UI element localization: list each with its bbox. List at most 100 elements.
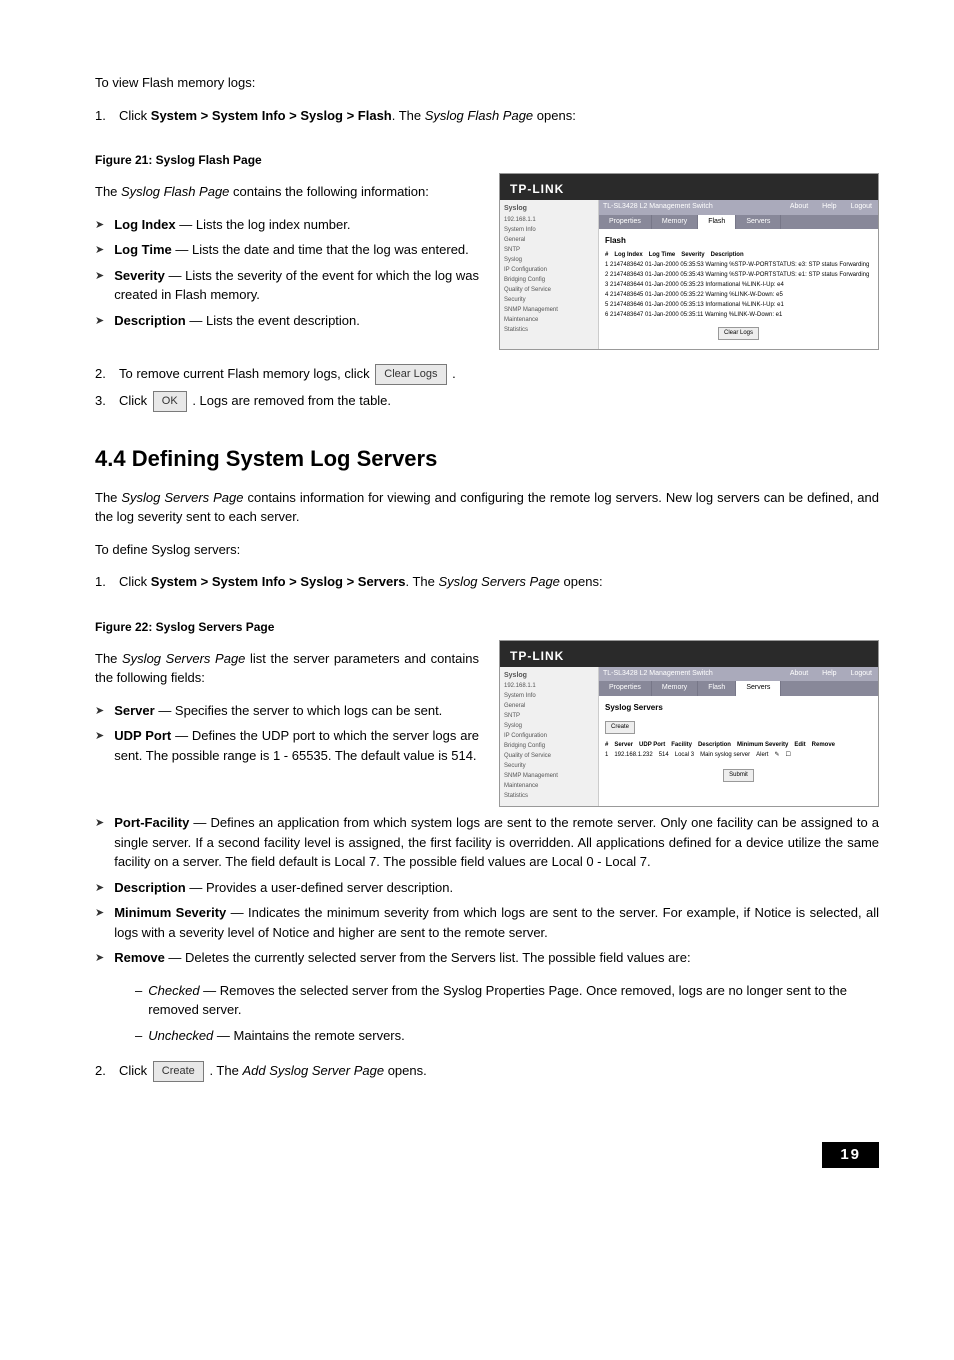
servers-steps-2: 2. Click Create . The Add Syslog Server … bbox=[95, 1061, 879, 1082]
tree-item: Quality of Service bbox=[504, 286, 594, 295]
tree-item: SNTP bbox=[504, 246, 594, 255]
term: Description bbox=[114, 313, 186, 328]
dash-icon: – bbox=[135, 981, 142, 1020]
screenshot-sidebar: Syslog 192.168.1.1 System Info General S… bbox=[500, 200, 599, 349]
log-row: 6 2147483647 01-Jan-2000 05:35:11 Warnin… bbox=[605, 311, 872, 320]
sidebar-heading: Syslog bbox=[504, 671, 594, 682]
cell: 192.168.1.232 bbox=[614, 751, 652, 760]
servers-steps-1: 1. Click System > System Info > Syslog >… bbox=[95, 572, 879, 592]
text-fragment: contains the following information: bbox=[229, 184, 428, 199]
bullet-icon: ➤ bbox=[95, 313, 104, 331]
list-item: Description — Lists the event descriptio… bbox=[114, 311, 360, 331]
step-text: Click Create . The Add Syslog Server Pag… bbox=[119, 1061, 427, 1082]
bullet-icon: ➤ bbox=[95, 703, 104, 721]
sidebar-ip: 192.168.1.1 bbox=[504, 216, 594, 225]
tab-servers: Servers bbox=[736, 215, 781, 230]
screenshot-main: TL-SL3428 L2 Management Switch About Hel… bbox=[599, 200, 878, 349]
tab-servers: Servers bbox=[736, 681, 781, 696]
tree-item: Statistics bbox=[504, 326, 594, 335]
list-item: Checked — Removes the selected server fr… bbox=[148, 981, 879, 1020]
col-header: Severity bbox=[681, 251, 704, 260]
term: Server bbox=[114, 703, 154, 718]
term: Remove bbox=[114, 950, 165, 965]
tree-item: Quality of Service bbox=[504, 752, 594, 761]
flash-steps-1: 1. Click System > System Info > Syslog >… bbox=[95, 106, 879, 126]
term: Log Time bbox=[114, 242, 172, 257]
list-item: Remove — Deletes the currently selected … bbox=[114, 948, 690, 968]
figure-21-screenshot: TP-LINK Syslog 192.168.1.1 System Info G… bbox=[499, 173, 879, 350]
help-link: Help bbox=[822, 202, 836, 213]
clear-logs-button: Clear Logs bbox=[718, 327, 759, 340]
list-item: Log Time — Lists the date and time that … bbox=[114, 240, 469, 260]
brand-bar: TP-LINK bbox=[500, 641, 878, 667]
tab-flash: Flash bbox=[698, 681, 736, 696]
term: Description bbox=[114, 880, 186, 895]
about-link: About bbox=[790, 669, 808, 680]
col-header: Minimum Severity bbox=[737, 741, 788, 750]
col-header: Server bbox=[614, 741, 633, 750]
screenshot-sidebar: Syslog 192.168.1.1 System Info General S… bbox=[500, 667, 599, 807]
term-desc: — Deletes the currently selected server … bbox=[165, 950, 691, 965]
cell: Main syslog server bbox=[700, 751, 750, 760]
list-item: Server — Specifies the server to which l… bbox=[114, 701, 442, 721]
term: Port-Facility bbox=[114, 815, 189, 830]
bullet-icon: ➤ bbox=[95, 880, 104, 898]
clear-logs-button[interactable]: Clear Logs bbox=[375, 364, 446, 385]
term-desc: — Removes the selected server from the S… bbox=[148, 983, 847, 1018]
tree-item: System Info bbox=[504, 226, 594, 235]
page-name: Syslog Servers Page bbox=[121, 490, 243, 505]
list-number: 2. bbox=[95, 1061, 119, 1082]
servers-bullets-left: ➤ Server — Specifies the server to which … bbox=[95, 701, 479, 766]
create-button[interactable]: Create bbox=[153, 1061, 204, 1082]
bullet-icon: ➤ bbox=[95, 728, 104, 765]
tab-flash: Flash bbox=[698, 215, 736, 230]
list-item: Severity — Lists the severity of the eve… bbox=[114, 266, 479, 305]
page-name: Syslog Flash Page bbox=[425, 108, 533, 123]
text-fragment: To remove current Flash memory logs, cli… bbox=[119, 366, 373, 381]
remove-subbullets: –Checked — Removes the selected server f… bbox=[135, 981, 879, 1046]
tree-item: General bbox=[504, 702, 594, 711]
tab-properties: Properties bbox=[599, 681, 652, 696]
servers-define-text: To define Syslog servers: bbox=[95, 540, 879, 560]
list-item: Unchecked — Maintains the remote servers… bbox=[148, 1026, 405, 1046]
list-item: Log Index — Lists the log index number. bbox=[114, 215, 350, 235]
nav-path: System > System Info > Syslog > Flash bbox=[151, 108, 392, 123]
log-row: 3 2147483644 01-Jan-2000 05:35:23 Inform… bbox=[605, 281, 872, 290]
about-link: About bbox=[790, 202, 808, 213]
page-name: Syslog Flash Page bbox=[121, 184, 229, 199]
ok-button[interactable]: OK bbox=[153, 391, 187, 412]
page-footer: 19 bbox=[95, 1142, 879, 1169]
step-text: To remove current Flash memory logs, cli… bbox=[119, 364, 456, 385]
tree-item: Statistics bbox=[504, 792, 594, 801]
cell: Local 3 bbox=[675, 751, 694, 760]
col-header: Description bbox=[711, 251, 744, 260]
col-header: UDP Port bbox=[639, 741, 665, 750]
term-desc: — Lists the log index number. bbox=[176, 217, 351, 232]
bullet-icon: ➤ bbox=[95, 217, 104, 235]
log-row: 4 2147483645 01-Jan-2000 05:35:22 Warnin… bbox=[605, 291, 872, 300]
page-name: Add Syslog Server Page bbox=[242, 1063, 384, 1078]
text-fragment: . The bbox=[406, 574, 439, 589]
tree-item: Maintenance bbox=[504, 782, 594, 791]
term-desc: — Lists the event description. bbox=[186, 313, 360, 328]
logout-link: Logout bbox=[851, 202, 872, 213]
col-header: Log Index bbox=[614, 251, 642, 260]
text-fragment: The bbox=[95, 651, 122, 666]
text-fragment: . The bbox=[209, 1063, 242, 1078]
servers-bullets-full: ➤Port-Facility — Defines an application … bbox=[95, 813, 879, 968]
tree-item: Bridging Config bbox=[504, 742, 594, 751]
term: Severity bbox=[114, 268, 165, 283]
col-header: # bbox=[605, 251, 608, 260]
term: Minimum Severity bbox=[114, 905, 226, 920]
term-desc: — Defines an application from which syst… bbox=[114, 815, 879, 869]
page-name: Syslog Servers Page bbox=[122, 651, 245, 666]
bullet-icon: ➤ bbox=[95, 815, 104, 872]
list-item: Port-Facility — Defines an application f… bbox=[114, 813, 879, 872]
bullet-icon: ➤ bbox=[95, 268, 104, 305]
servers-page-desc: The Syslog Servers Page list the server … bbox=[95, 649, 479, 688]
text-fragment: . bbox=[452, 366, 456, 381]
term-desc: — Specifies the server to which logs can… bbox=[155, 703, 443, 718]
tree-item: Bridging Config bbox=[504, 276, 594, 285]
nav-path: System > System Info > Syslog > Servers bbox=[151, 574, 406, 589]
text-fragment: . Logs are removed from the table. bbox=[192, 393, 391, 408]
